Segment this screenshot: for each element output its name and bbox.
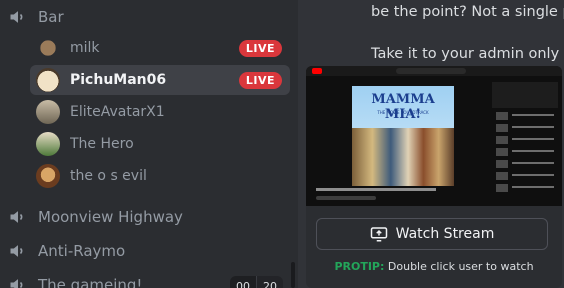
live-badge: LIVE xyxy=(238,39,282,57)
stream-popout: MAMMA MIA! THE MOVIE SOUNDTRACK Watch St… xyxy=(306,66,562,288)
up-next-item xyxy=(496,160,558,169)
voice-user-eliteavatarx1[interactable]: EliteAvatarX1 xyxy=(30,97,290,127)
poster-subtitle: THE MOVIE SOUNDTRACK xyxy=(377,110,429,115)
voice-channel-bar[interactable]: Bar xyxy=(8,2,64,32)
speaker-icon xyxy=(10,211,23,223)
voice-channel-name: The gameing! xyxy=(38,276,143,288)
up-next-item xyxy=(496,112,558,121)
username: the o s evil xyxy=(70,168,147,184)
voice-user-pichuman06[interactable]: PichuMan06 LIVE xyxy=(30,65,290,95)
avatar xyxy=(36,164,60,188)
voice-channel-name: Bar xyxy=(38,8,64,26)
up-next-item xyxy=(496,136,558,145)
browser-toolbar xyxy=(306,66,562,76)
video-title-line xyxy=(316,188,436,191)
username: EliteAvatarX1 xyxy=(70,104,165,120)
watch-stream-button[interactable]: Watch Stream xyxy=(316,218,548,250)
up-next-panel xyxy=(492,82,558,108)
speaker-icon xyxy=(10,279,23,288)
stream-preview[interactable]: MAMMA MIA! THE MOVIE SOUNDTRACK xyxy=(306,66,562,206)
channel-sidebar: Bar milk LIVE PichuMan06 LIVE EliteAvata… xyxy=(0,0,298,288)
speaker-icon xyxy=(10,245,23,257)
up-next-item xyxy=(496,172,558,181)
poster-title: MAMMA MIA! xyxy=(371,92,435,122)
voice-channel-name: Moonview Highway xyxy=(38,208,183,226)
channel-line xyxy=(316,196,376,200)
avatar xyxy=(36,132,60,156)
voice-channel-anti-raymo[interactable]: Anti-Raymo xyxy=(8,236,125,266)
chat-message-line: be the point? Not a single pe xyxy=(371,4,564,20)
username: PichuMan06 xyxy=(70,72,167,88)
counter-limit: 20 xyxy=(256,276,283,288)
up-next-item xyxy=(496,148,558,157)
album-poster: MAMMA MIA! THE MOVIE SOUNDTRACK xyxy=(352,86,454,186)
chat-area: be the point? Not a single pe Take it to… xyxy=(298,0,564,288)
screen-share-icon xyxy=(370,227,387,242)
up-next-item xyxy=(496,184,558,193)
protip-text: Double click user to watch xyxy=(387,260,534,273)
avatar xyxy=(36,100,60,124)
username: milk xyxy=(70,40,100,56)
watch-stream-label: Watch Stream xyxy=(395,226,495,242)
avatar xyxy=(36,68,60,92)
up-next-item xyxy=(496,124,558,133)
avatar xyxy=(36,36,60,60)
username: The Hero xyxy=(70,136,134,152)
voice-user-the-o-s-evil[interactable]: the o s evil xyxy=(30,161,290,191)
chat-message-line: Take it to your admin only ch xyxy=(371,46,564,62)
protip-label: PROTIP: xyxy=(334,260,385,273)
voice-channel-the-gameing[interactable]: The gameing! xyxy=(8,270,142,288)
speaker-icon xyxy=(10,11,23,23)
sidebar-scrollbar[interactable] xyxy=(291,262,295,288)
user-limit-counter: 00 20 xyxy=(230,276,283,288)
counter-current: 00 xyxy=(230,276,256,288)
search-bar xyxy=(396,68,466,74)
voice-channel-name: Anti-Raymo xyxy=(38,242,126,260)
voice-user-milk[interactable]: milk LIVE xyxy=(30,33,290,63)
youtube-logo-icon xyxy=(312,68,322,74)
voice-channel-moonview-highway[interactable]: Moonview Highway xyxy=(8,202,183,232)
protip: PROTIP: Double click user to watch xyxy=(306,260,562,273)
voice-user-the-hero[interactable]: The Hero xyxy=(30,129,290,159)
live-badge: LIVE xyxy=(238,71,282,89)
